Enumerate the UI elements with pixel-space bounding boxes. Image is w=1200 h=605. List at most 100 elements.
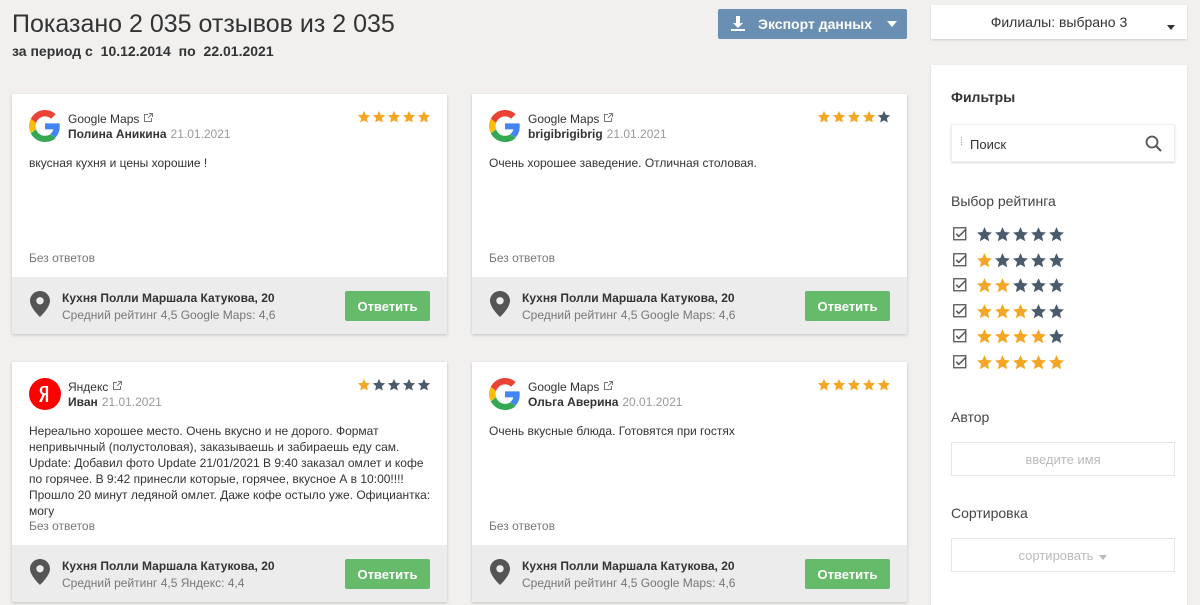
star-filled-icon <box>1030 354 1047 376</box>
review-source[interactable]: Яндекс <box>68 380 123 394</box>
rating-stars <box>976 354 1065 376</box>
location-pin-icon <box>30 559 50 590</box>
review-text: Очень вкусные блюда. Готовятся при гостя… <box>489 424 735 438</box>
star-filled-icon <box>976 303 993 325</box>
filters-title: Фильтры <box>951 89 1016 105</box>
star-empty-icon <box>1012 277 1029 299</box>
review-rating <box>357 110 431 129</box>
star-empty-icon <box>1030 252 1047 274</box>
star-empty-icon <box>417 378 431 397</box>
review-author-name: Ольга Аверина <box>528 395 619 409</box>
rating-filter-option[interactable] <box>953 252 1065 274</box>
reply-button[interactable]: Ответить <box>345 559 430 589</box>
star-filled-icon <box>372 110 386 129</box>
reply-button[interactable]: Ответить <box>805 291 890 321</box>
rating-filter-option[interactable] <box>953 226 1065 248</box>
review-source-label: Google Maps <box>68 112 140 126</box>
review-author-name: Иван <box>68 395 98 409</box>
location-pin-icon <box>490 559 510 590</box>
star-empty-icon <box>1012 226 1029 248</box>
external-link-icon[interactable] <box>112 380 123 394</box>
branch-location: Кухня Полли Маршала Катукова, 20 <box>522 559 735 573</box>
star-empty-icon <box>1048 252 1065 274</box>
rating-filter-option[interactable] <box>953 303 1065 325</box>
review-date: 21.01.2021 <box>101 395 162 409</box>
period-prefix: за период с <box>12 43 93 59</box>
reply-button[interactable]: Ответить <box>805 559 890 589</box>
reply-button[interactable]: Ответить <box>345 291 430 321</box>
review-footer: Кухня Полли Маршала Катукова, 20 Средний … <box>12 545 447 602</box>
star-filled-icon <box>862 110 876 129</box>
author-field[interactable] <box>951 442 1175 476</box>
star-filled-icon <box>1012 328 1029 350</box>
star-filled-icon <box>994 303 1011 325</box>
rating-stars <box>976 252 1065 274</box>
checkbox-checked-icon[interactable] <box>953 278 968 298</box>
star-filled-icon <box>847 110 861 129</box>
search-box[interactable]: ⁞ <box>951 124 1175 162</box>
rating-filter-option[interactable] <box>953 328 1065 350</box>
external-link-icon[interactable] <box>603 380 614 394</box>
reply-status: Без ответов <box>29 251 95 265</box>
star-empty-icon <box>1012 252 1029 274</box>
google-logo-icon <box>489 110 521 142</box>
checkbox-checked-icon[interactable] <box>953 329 968 349</box>
rating-filter-option[interactable] <box>953 277 1065 299</box>
author-input[interactable] <box>952 443 1174 475</box>
average-rating: Средний рейтинг 4,5 Google Maps: 4,6 <box>62 308 276 322</box>
period-date-to[interactable]: 22.01.2021 <box>204 43 274 59</box>
star-filled-icon <box>877 378 891 397</box>
star-filled-icon <box>1030 328 1047 350</box>
checkbox-checked-icon[interactable] <box>953 354 968 375</box>
review-text: Очень хорошее заведение. Отличная столов… <box>489 156 757 170</box>
star-empty-icon <box>1048 277 1065 299</box>
review-source[interactable]: Google Maps <box>528 112 614 126</box>
star-filled-icon <box>387 110 401 129</box>
review-author: Иван 21.01.2021 <box>68 395 162 409</box>
external-link-icon[interactable] <box>603 112 614 126</box>
external-link-icon[interactable] <box>143 112 154 126</box>
rating-filter-option[interactable] <box>953 354 1065 376</box>
rating-stars <box>976 328 1065 350</box>
star-empty-icon <box>976 226 993 248</box>
rating-stars <box>976 277 1065 299</box>
sort-select[interactable]: сортировать <box>951 538 1175 572</box>
reply-status: Без ответов <box>489 251 555 265</box>
review-author-name: brigibrigibrig <box>528 127 603 141</box>
star-filled-icon <box>976 277 993 299</box>
star-filled-icon <box>357 378 371 397</box>
yandex-logo-icon <box>29 378 61 410</box>
drag-handle-icon: ⁞ <box>960 137 963 148</box>
star-filled-icon <box>976 354 993 376</box>
checkbox-checked-icon[interactable] <box>953 252 968 273</box>
search-input[interactable] <box>970 134 1140 154</box>
review-source[interactable]: Google Maps <box>528 380 614 394</box>
star-empty-icon <box>1048 303 1065 325</box>
search-icon[interactable] <box>1145 135 1162 157</box>
star-empty-icon <box>994 252 1011 274</box>
star-filled-icon <box>994 277 1011 299</box>
branches-select[interactable]: Филиалы: выбрано 3 <box>931 5 1187 39</box>
star-empty-icon <box>1048 328 1065 350</box>
checkbox-checked-icon[interactable] <box>953 227 968 247</box>
star-filled-icon <box>994 328 1011 350</box>
review-footer: Кухня Полли Маршала Катукова, 20 Средний … <box>472 545 907 602</box>
export-data-button[interactable]: Экспорт данных <box>718 9 907 39</box>
period-date-from[interactable]: 10.12.2014 <box>101 43 171 59</box>
google-logo-icon <box>29 110 61 142</box>
review-card: Google Maps Ольга Аверина 20.01.2021 Очень … <box>472 362 907 602</box>
review-rating <box>817 378 891 397</box>
reply-status: Без ответов <box>489 519 555 533</box>
checkbox-checked-icon[interactable] <box>953 303 968 324</box>
review-author: brigibrigibrig 21.01.2021 <box>528 127 667 141</box>
google-logo-icon <box>489 378 521 410</box>
chevron-down-icon[interactable] <box>877 21 907 27</box>
review-author: Полина Аникина 21.01.2021 <box>68 127 231 141</box>
review-source-label: Google Maps <box>528 380 600 394</box>
rating-filter-label: Выбор рейтинга <box>951 193 1056 209</box>
review-text: вкусная кухня и цены хорошие ! <box>29 156 208 170</box>
download-icon <box>718 16 758 32</box>
review-card: Google Maps brigibrigibrig 21.01.2021 Очень… <box>472 94 907 334</box>
review-source[interactable]: Google Maps <box>68 112 154 126</box>
sort-value: сортировать <box>1018 547 1094 563</box>
